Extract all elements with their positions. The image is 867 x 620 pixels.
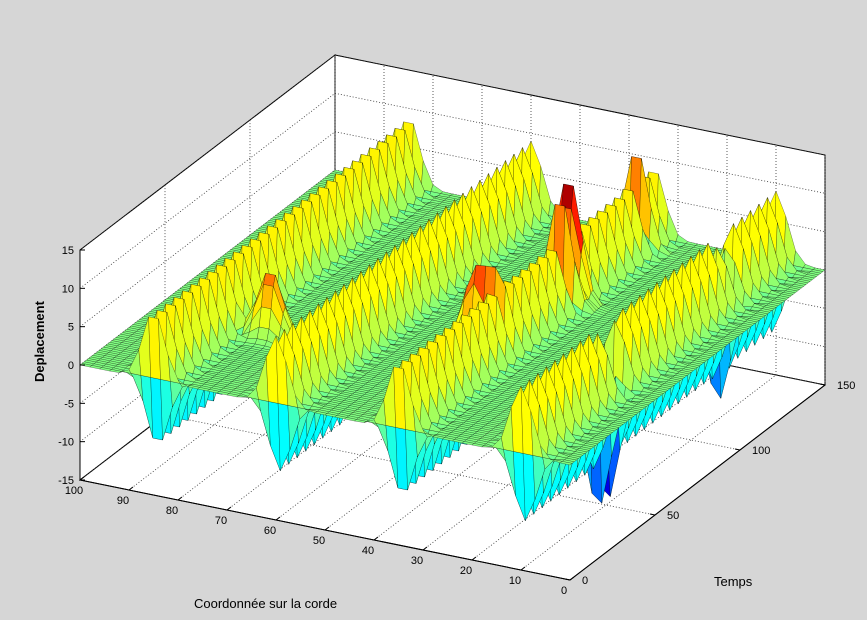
surface-figure: 0501001500102030405060708090100-15-10-50… (0, 0, 867, 620)
